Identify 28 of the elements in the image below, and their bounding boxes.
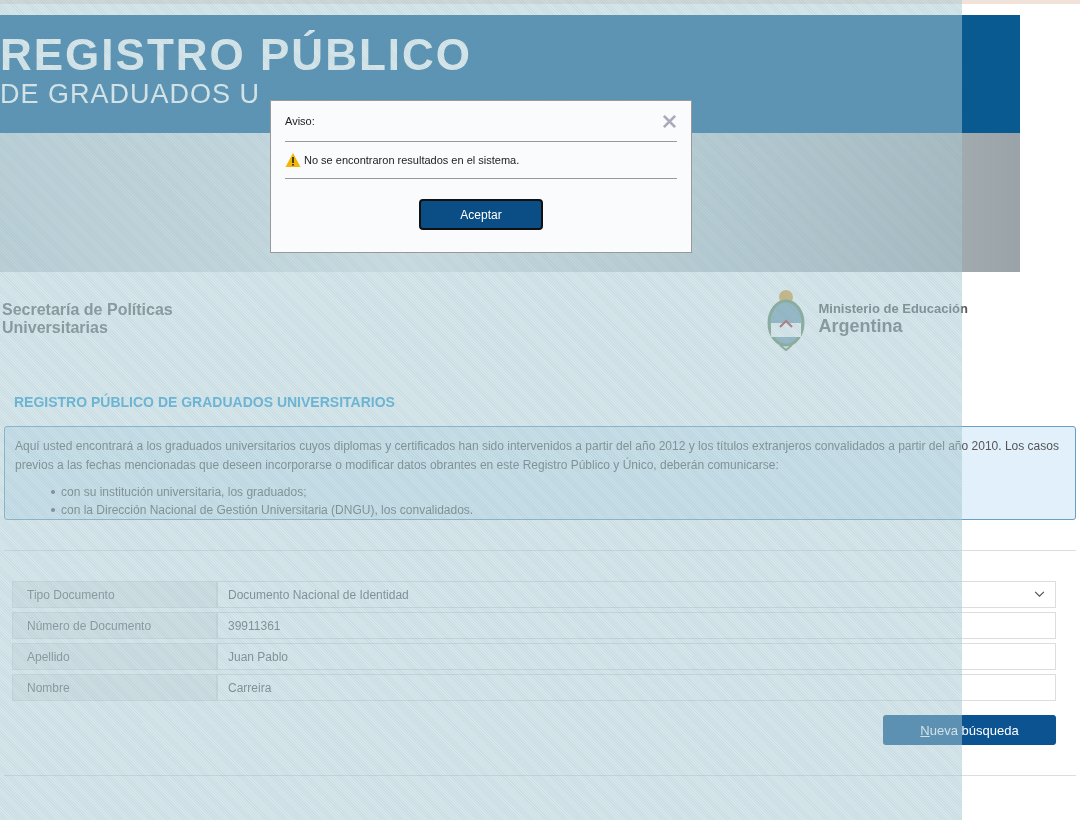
page-heading: REGISTRO PÚBLICO DE GRADUADOS UNIVERSITARIOS xyxy=(14,394,396,410)
bullet-text: con la Dirección Nacional de Gestión Universitaria (DNGU), los convalidados. xyxy=(61,502,474,519)
field-label: Número de Documento xyxy=(12,612,217,639)
input-field[interactable]: 39911361 xyxy=(217,612,1056,639)
bullet-icon xyxy=(51,508,55,512)
dialog-message: No se encontraron resultados en el sistema. xyxy=(304,154,520,166)
field-label: Nombre xyxy=(12,674,217,701)
dialog-title: Aviso: xyxy=(285,115,315,127)
new-search-button[interactable]: Nueva búsqueda xyxy=(883,715,1056,745)
secretaria-logo-text: Universitarias xyxy=(2,319,109,337)
info-text: Aquí usted encontrará a los graduados universitarios cuyos diplomas y certificados han sido intervenidos a partir del año 2012 y los títulos extranjeros convalidados a partir del año 2010. Los casos previos a las fechas mencionadas que deseen incorporarse o modificar datos obrantes en este Registro Público y Único, deberán comunicarse: xyxy=(15,438,1060,474)
select-field[interactable]: Documento Nacional de Identidad xyxy=(217,581,1056,608)
accept-button[interactable]: Aceptar xyxy=(419,199,543,230)
chevron-down-icon xyxy=(1034,591,1045,598)
banner-subtitle: DE GRADUADOS U xyxy=(0,79,262,109)
ministerio-logo-text: Argentina xyxy=(818,316,904,337)
warning-icon xyxy=(285,152,301,168)
banner-title: REGISTRO PÚBLICO xyxy=(0,31,474,79)
ministerio-logo-text: Ministerio de Educación xyxy=(818,301,968,316)
close-icon[interactable] xyxy=(662,113,677,129)
field-label: Tipo Documento xyxy=(12,581,217,608)
input-field[interactable]: Juan Pablo xyxy=(217,643,1056,670)
bullet-text: con su institución universitaria, los graduados; xyxy=(61,484,307,501)
field-label: Apellido xyxy=(12,643,217,670)
input-field[interactable]: Carreira xyxy=(217,674,1056,701)
bullet-icon xyxy=(51,490,55,494)
secretaria-logo-text: Secretaría de Políticas xyxy=(2,301,173,319)
coat-of-arms-icon xyxy=(766,287,807,351)
